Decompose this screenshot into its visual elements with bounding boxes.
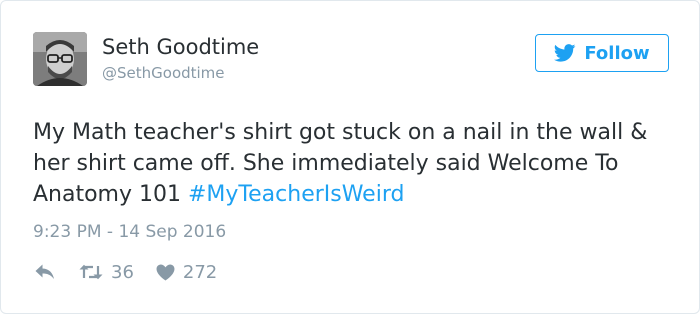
twitter-bird-icon: [554, 44, 576, 62]
tweet-card: Seth Goodtime @SethGoodtime Follow My Ma…: [0, 0, 700, 314]
heart-icon: [156, 263, 175, 281]
retweet-icon: [79, 264, 103, 280]
follow-label: Follow: [584, 42, 650, 64]
follow-button[interactable]: Follow: [535, 34, 669, 72]
like-count: 272: [182, 261, 218, 283]
retweet-button[interactable]: 36: [79, 262, 134, 283]
hashtag-link[interactable]: #MyTeacherIsWeird: [188, 182, 404, 207]
retweet-count: 36: [111, 261, 134, 283]
reply-button[interactable]: [35, 264, 55, 280]
tweet-actions: 36 272: [35, 260, 217, 284]
reply-icon: [35, 264, 54, 279]
like-button[interactable]: 272: [156, 262, 217, 283]
tweet-text: My Math teacher's shirt got stuck on a n…: [33, 117, 663, 210]
profile-photo: [33, 32, 87, 86]
timestamp[interactable]: 9:23 PM - 14 Sep 2016: [33, 221, 226, 243]
author-handle[interactable]: @SethGoodtime: [102, 63, 225, 83]
avatar[interactable]: [33, 32, 87, 86]
author-name[interactable]: Seth Goodtime: [102, 34, 259, 60]
